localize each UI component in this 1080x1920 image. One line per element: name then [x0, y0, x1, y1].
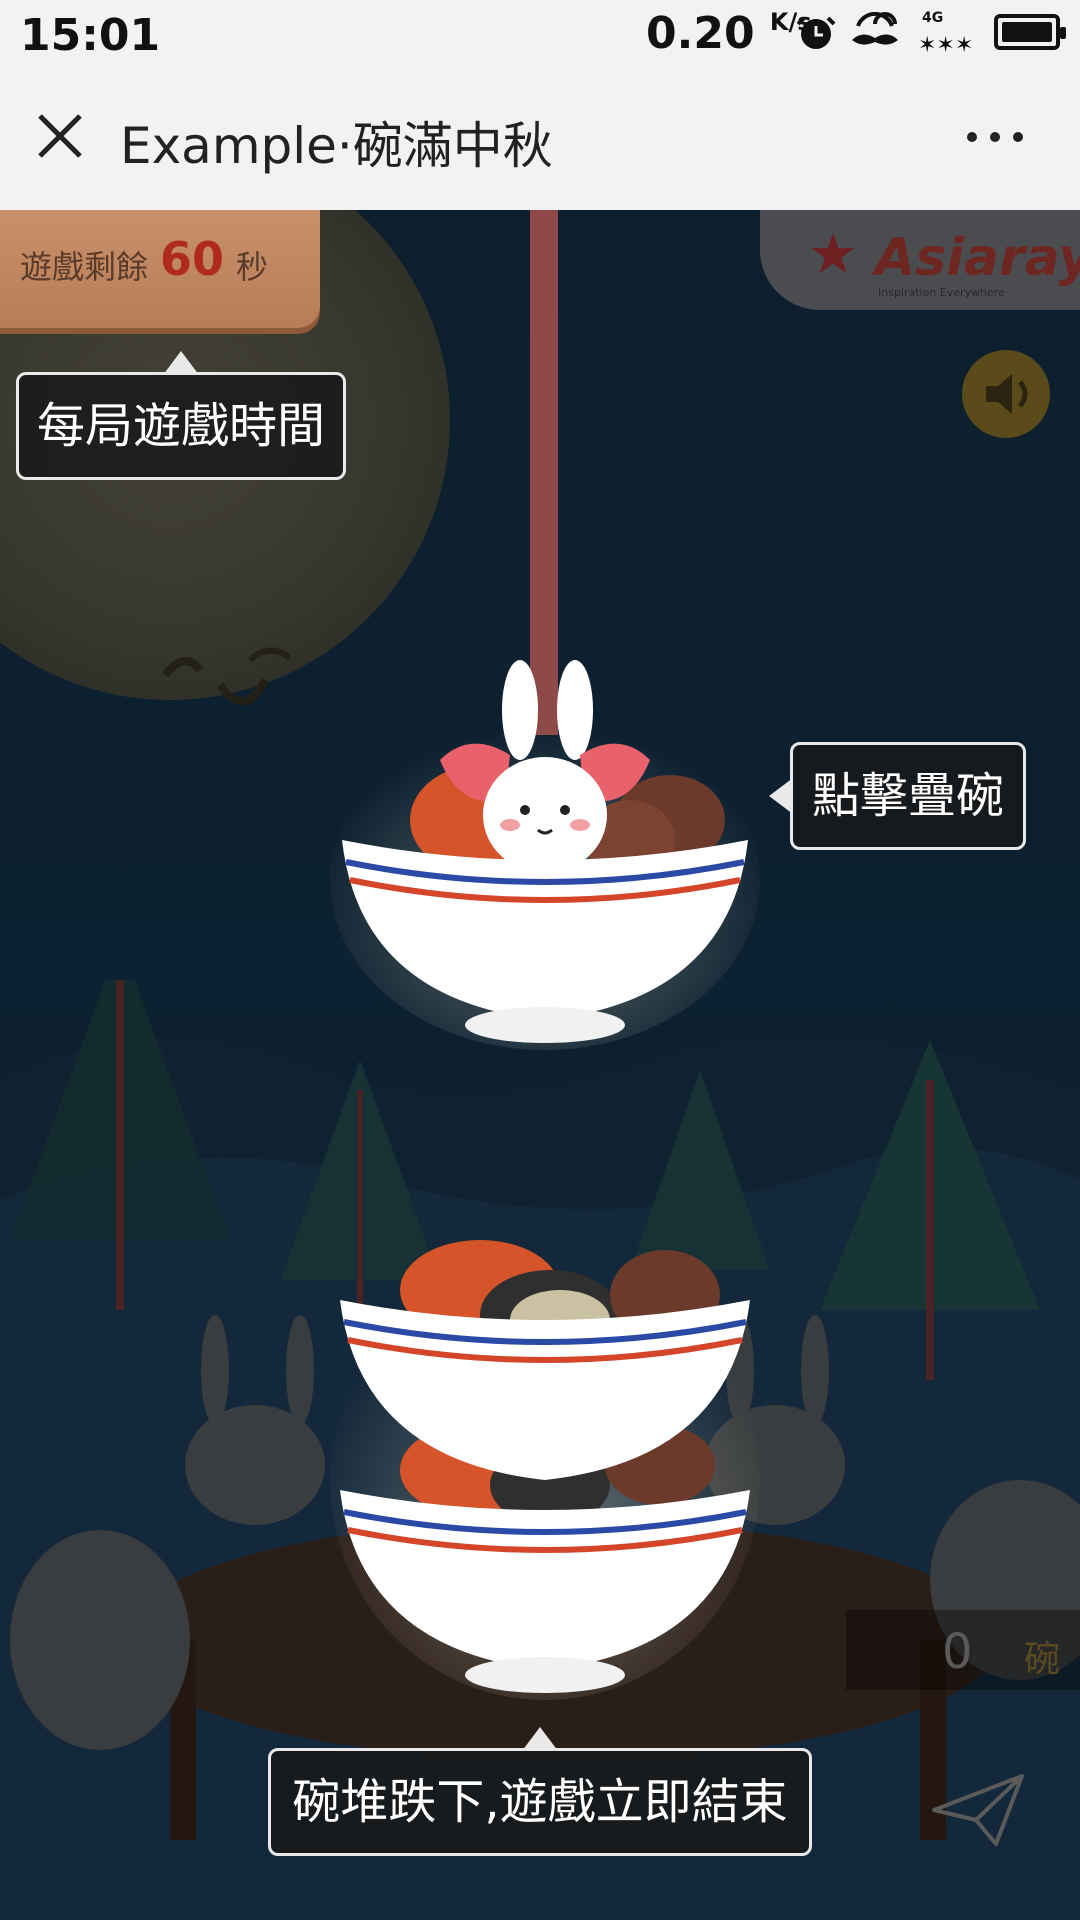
more-icon[interactable] [960, 122, 1030, 152]
tap-tooltip: 點擊疊碗 [769, 742, 1026, 850]
status-time: 15:01 [20, 10, 161, 61]
signal-4g-icon: 4G ✶✶✶ [916, 10, 980, 54]
close-icon[interactable] [30, 106, 90, 166]
timer-tooltip: 每局遊戲時間 [16, 351, 346, 480]
timer-panel: 遊戲剩餘 60 秒 [0, 210, 320, 328]
brand-logo: ★ Asiaray Inspiration Everywhere [760, 210, 1080, 310]
bowl-stack [330, 1240, 760, 1700]
game-over-tooltip: 碗堆跌下,遊戲立即結束 [268, 1727, 812, 1856]
paper-plane-icon[interactable] [930, 1770, 1026, 1850]
page-title: Example·碗滿中秋 [120, 117, 553, 175]
battery-icon [994, 14, 1066, 50]
timer-label: 遊戲剩餘 [20, 248, 149, 286]
brand-tagline: Inspiration Everywhere [878, 286, 1005, 299]
hanging-bowl[interactable] [330, 640, 760, 1060]
timer-value: 60 [160, 232, 225, 286]
title-bar: Example·碗滿中秋 [0, 64, 1080, 211]
game-canvas[interactable]: 遊戲剩餘 60 秒 ★ Asiaray Inspiration Everywhe… [0, 210, 1080, 1920]
timer-unit: 秒 [236, 248, 269, 286]
status-bar: 15:01 0.20 K/s 4G ✶✶✶ [0, 0, 1080, 64]
sound-toggle-button[interactable] [962, 350, 1050, 438]
svg-text:✶✶✶: ✶✶✶ [918, 33, 973, 54]
moon-face [161, 647, 290, 706]
mustache-icon [852, 12, 898, 45]
brand-name: Asiaray [875, 228, 1080, 288]
network-speed: 0.20 K/s [646, 8, 812, 59]
score-unit: 碗 [1024, 1639, 1061, 1680]
score-panel: 0 碗 [846, 1610, 1080, 1690]
network-speed-value: 0.20 [646, 8, 755, 59]
brand-star-icon: ★ [808, 222, 859, 287]
score-value: 0 [942, 1624, 973, 1680]
alarm-icon [796, 16, 836, 49]
speaker-icon [986, 374, 1028, 414]
